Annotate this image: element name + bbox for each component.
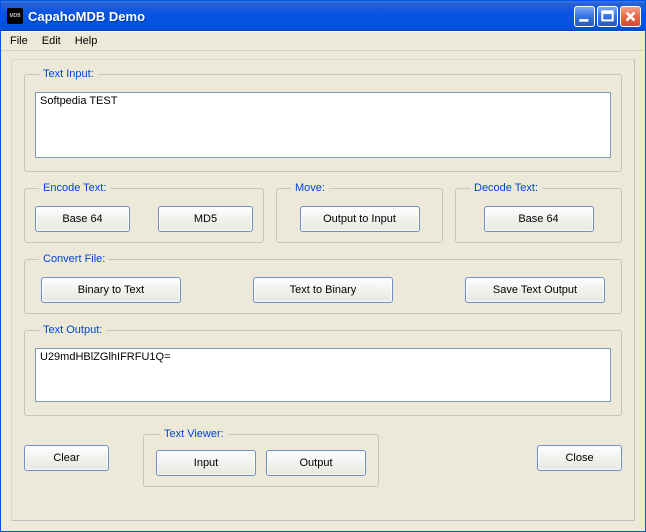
viewer-output-button[interactable]: Output (266, 450, 366, 476)
group-encode: Encode Text: Base 64 MD5 (24, 182, 264, 243)
base64-encode-button[interactable]: Base 64 (35, 206, 130, 232)
text-input-area[interactable] (35, 92, 611, 158)
window-title: CapahoMDB Demo (28, 9, 574, 24)
output-to-input-button[interactable]: Output to Input (300, 206, 420, 232)
menubar: File Edit Help (1, 31, 645, 51)
md5-button[interactable]: MD5 (158, 206, 253, 232)
menu-edit[interactable]: Edit (35, 33, 68, 49)
close-button[interactable]: Close (537, 445, 622, 471)
maximize-button[interactable] (597, 6, 618, 27)
group-viewer: Text Viewer: Input Output (143, 428, 379, 487)
group-move: Move: Output to Input (276, 182, 443, 243)
group-encode-label: Encode Text: (39, 182, 110, 194)
app-icon: MDB (7, 8, 23, 24)
bottom-bar: Clear Text Viewer: Input Output Close (24, 428, 622, 487)
minimize-button[interactable] (574, 6, 595, 27)
group-convert-label: Convert File: (39, 253, 109, 265)
window-controls (574, 6, 641, 27)
group-convert: Convert File: Binary to Text Text to Bin… (24, 253, 622, 314)
main-panel: Text Input: Encode Text: Base 64 MD5 Mov… (11, 59, 635, 521)
clear-button[interactable]: Clear (24, 445, 109, 471)
app-window: MDB CapahoMDB Demo File Edit Help Text I… (0, 0, 646, 532)
group-text-output: Text Output: (24, 324, 622, 416)
group-decode: Decode Text: Base 64 (455, 182, 622, 243)
titlebar: MDB CapahoMDB Demo (1, 1, 645, 31)
binary-to-text-button[interactable]: Binary to Text (41, 277, 181, 303)
group-viewer-label: Text Viewer: (160, 428, 228, 440)
client-area: Text Input: Encode Text: Base 64 MD5 Mov… (1, 51, 645, 531)
group-decode-label: Decode Text: (470, 182, 542, 194)
base64-decode-button[interactable]: Base 64 (484, 206, 594, 232)
menu-file[interactable]: File (3, 33, 35, 49)
save-text-output-button[interactable]: Save Text Output (465, 277, 605, 303)
group-text-input: Text Input: (24, 68, 622, 172)
text-to-binary-button[interactable]: Text to Binary (253, 277, 393, 303)
text-output-area[interactable] (35, 348, 611, 402)
encode-move-decode-row: Encode Text: Base 64 MD5 Move: Output to… (24, 182, 622, 243)
menu-help[interactable]: Help (68, 33, 105, 49)
group-text-output-label: Text Output: (39, 324, 106, 336)
viewer-input-button[interactable]: Input (156, 450, 256, 476)
group-text-input-label: Text Input: (39, 68, 98, 80)
group-move-label: Move: (291, 182, 329, 194)
close-window-button[interactable] (620, 6, 641, 27)
